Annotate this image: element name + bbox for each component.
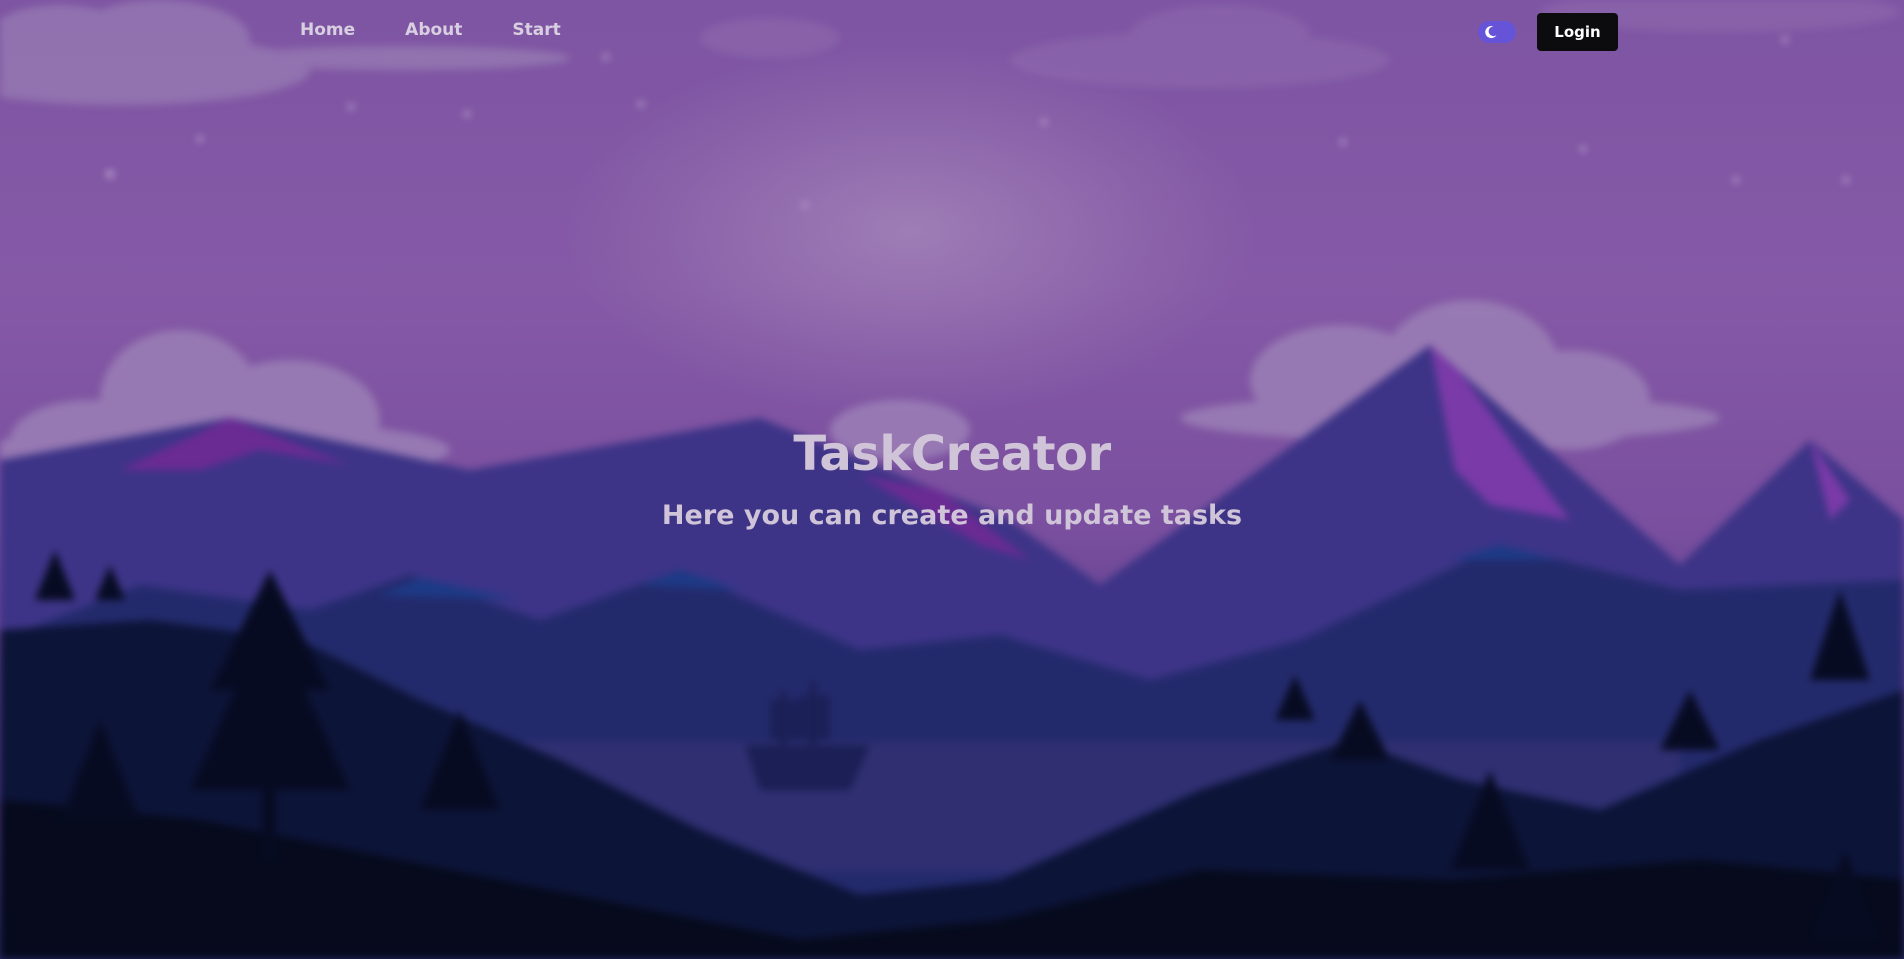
page-subtitle: Here you can create and update tasks	[661, 500, 1243, 531]
hero: TaskCreator Here you can create and upda…	[0, 426, 1904, 531]
moon-glow	[560, 40, 1260, 420]
nav-link-about[interactable]: About	[405, 20, 462, 40]
moon-icon	[1485, 26, 1497, 39]
nav-link-start[interactable]: Start	[512, 20, 560, 40]
theme-toggle[interactable]	[1478, 21, 1516, 43]
page-title: TaskCreator	[793, 426, 1111, 482]
nav-link-home[interactable]: Home	[300, 20, 355, 40]
page: Home About Start Login TaskCreator Here …	[0, 0, 1904, 959]
navbar: Home About Start Login	[0, 0, 1904, 64]
login-button[interactable]: Login	[1537, 13, 1618, 51]
nav-links: Home About Start	[300, 20, 561, 40]
